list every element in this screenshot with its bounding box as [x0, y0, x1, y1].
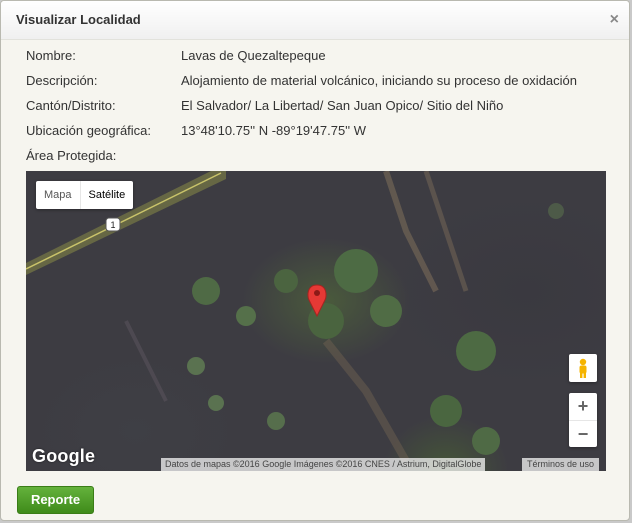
- map-type-mapa-button[interactable]: Mapa: [36, 181, 81, 209]
- terms-of-use-link[interactable]: Términos de uso: [522, 458, 600, 471]
- map-type-satelite-button[interactable]: Satélite: [81, 181, 134, 209]
- field-label: Descripción:: [26, 73, 98, 88]
- map-attribution: Datos de mapas ©2016 Google Imágenes ©20…: [161, 458, 486, 471]
- zoom-control: + −: [569, 393, 597, 447]
- location-details: Nombre: Lavas de Quezaltepeque Descripci…: [26, 47, 606, 172]
- field-value: Alojamiento de material volcánico, inici…: [181, 73, 578, 88]
- google-logo: Google: [32, 446, 96, 466]
- field-value: Lavas de Quezaltepeque: [181, 48, 326, 63]
- field-label: Ubicación geográfica:: [26, 123, 152, 138]
- street-view-pegman-icon[interactable]: [569, 354, 597, 382]
- field-value: El Salvador/ La Libertad/ San Juan Opico…: [181, 98, 504, 113]
- field-label: Cantón/Distrito:: [26, 98, 116, 113]
- zoom-out-button[interactable]: −: [569, 421, 597, 448]
- field-row-ubicacion: Ubicación geográfica: 13°48'10.75'' N -8…: [26, 122, 606, 147]
- field-row-area-protegida: Área Protegida:: [26, 147, 606, 172]
- satellite-map[interactable]: 1 Mapa Satélite + − Google Datos de mapa: [26, 171, 606, 471]
- field-label: Área Protegida:: [26, 148, 117, 163]
- zoom-in-button[interactable]: +: [569, 393, 597, 421]
- dialog-title: Visualizar Localidad: [16, 12, 141, 27]
- dialog-titlebar: Visualizar Localidad ×: [1, 1, 629, 40]
- field-row-descripcion: Descripción: Alojamiento de material vol…: [26, 72, 606, 97]
- dialog: Visualizar Localidad × Nombre: Lavas de …: [0, 0, 630, 521]
- field-value: 13°48'10.75'' N -89°19'47.75'' W: [181, 123, 367, 138]
- road-shield-label: 1: [110, 220, 115, 230]
- field-label: Nombre:: [26, 48, 76, 63]
- close-icon[interactable]: ×: [610, 1, 619, 39]
- report-button[interactable]: Reporte: [17, 486, 94, 514]
- field-row-canton: Cantón/Distrito: El Salvador/ La Liberta…: [26, 97, 606, 122]
- map-imagery: 1: [26, 171, 564, 463]
- field-row-nombre: Nombre: Lavas de Quezaltepeque: [26, 47, 606, 72]
- map-type-control: Mapa Satélite: [36, 181, 134, 209]
